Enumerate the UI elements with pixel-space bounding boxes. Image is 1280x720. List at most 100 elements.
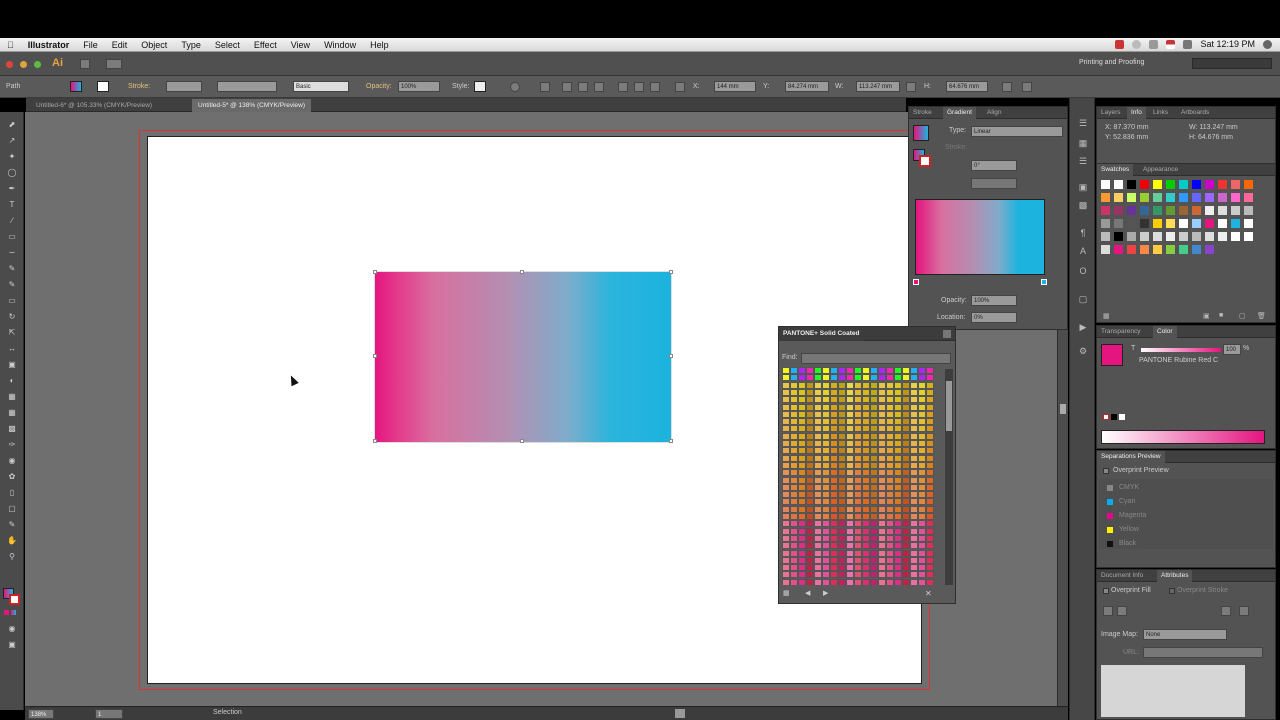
white-color-icon[interactable] <box>1119 414 1125 420</box>
pantone-swatch[interactable] <box>782 564 790 572</box>
arrange-documents-icon[interactable] <box>106 59 122 69</box>
pantone-swatch[interactable] <box>806 469 814 477</box>
magic-wand-tool-icon[interactable]: ✦ <box>6 152 18 162</box>
pantone-swatch[interactable] <box>822 447 830 455</box>
pantone-swatch[interactable] <box>782 549 790 557</box>
pantone-swatch[interactable] <box>806 367 814 374</box>
pantone-swatch[interactable] <box>814 498 822 506</box>
paragraph-strip-icon[interactable]: ¶ <box>1078 228 1088 238</box>
pantone-swatch[interactable] <box>918 388 926 396</box>
swatch[interactable] <box>1166 245 1175 254</box>
fill-swatch[interactable] <box>70 81 82 92</box>
pantone-swatch[interactable] <box>838 410 846 418</box>
pantone-swatch[interactable] <box>782 476 790 484</box>
pantone-swatch[interactable] <box>838 498 846 506</box>
pantone-swatch[interactable] <box>806 374 814 382</box>
align-center-icon[interactable] <box>578 82 588 92</box>
pantone-swatch[interactable] <box>862 564 870 572</box>
pantone-swatch[interactable] <box>846 534 854 542</box>
pantone-swatch[interactable] <box>910 367 918 374</box>
swatch[interactable] <box>1114 206 1123 215</box>
pantone-swatch[interactable] <box>910 505 918 513</box>
search-icon[interactable] <box>1263 39 1272 49</box>
pantone-swatch[interactable] <box>878 571 886 579</box>
width-field[interactable]: 113.247 mm <box>856 81 900 92</box>
swatch[interactable] <box>1101 206 1110 215</box>
swatch[interactable] <box>1153 232 1162 241</box>
pantone-swatch[interactable] <box>910 498 918 506</box>
pantone-swatch[interactable] <box>846 476 854 484</box>
pantone-swatch[interactable] <box>862 440 870 447</box>
pantone-swatch[interactable] <box>782 483 790 491</box>
actions-strip-icon[interactable]: ▶ <box>1078 322 1088 332</box>
selection-handle[interactable] <box>520 270 524 274</box>
pantone-swatch[interactable] <box>790 578 798 585</box>
pantone-swatch[interactable] <box>910 542 918 550</box>
pantone-swatch[interactable] <box>870 469 878 477</box>
pantone-swatch[interactable] <box>918 542 926 550</box>
pantone-swatch[interactable] <box>886 564 894 572</box>
type-tool-icon[interactable]: T <box>6 200 18 210</box>
pantone-swatch[interactable] <box>790 403 798 411</box>
pantone-swatch[interactable] <box>902 498 910 506</box>
swatch-libraries-icon[interactable]: ▦ <box>783 589 790 597</box>
ink-name[interactable]: Cyan <box>1119 497 1135 507</box>
pantone-swatch[interactable] <box>846 556 854 564</box>
pantone-swatch[interactable] <box>870 410 878 418</box>
eraser-tool-icon[interactable]: ▭ <box>6 296 18 306</box>
pantone-swatch[interactable] <box>782 418 790 426</box>
swatch[interactable] <box>1244 180 1253 189</box>
pantone-swatch[interactable] <box>902 367 910 374</box>
mesh-tool-icon[interactable]: ▦ <box>6 408 18 418</box>
pantone-swatch[interactable] <box>902 403 910 411</box>
free-transform-tool-icon[interactable]: ▣ <box>6 360 18 370</box>
pantone-swatch[interactable] <box>926 491 934 499</box>
swatch[interactable] <box>1127 180 1136 189</box>
pantone-swatch[interactable] <box>902 556 910 564</box>
overprint-preview-checkbox[interactable] <box>1103 468 1109 474</box>
pantone-swatch[interactable] <box>878 388 886 396</box>
pantone-swatch[interactable] <box>862 461 870 469</box>
pantone-swatch[interactable] <box>830 520 838 528</box>
pantone-swatch[interactable] <box>926 367 934 374</box>
url-field[interactable] <box>1143 647 1263 658</box>
swatch[interactable] <box>1231 193 1240 202</box>
clock[interactable]: Sat 12:19 PM <box>1200 39 1255 49</box>
pantone-swatch[interactable] <box>822 381 830 389</box>
pantone-swatch[interactable] <box>886 578 894 585</box>
pantone-close-icon[interactable]: ✕ <box>925 589 932 598</box>
pantone-swatch[interactable] <box>806 381 814 389</box>
zoom-tool-icon[interactable]: ⚲ <box>6 552 18 562</box>
swatch[interactable] <box>1166 232 1175 241</box>
menu-file[interactable]: File <box>76 40 105 50</box>
align-to-icon[interactable] <box>540 82 550 92</box>
swatch[interactable] <box>1140 206 1149 215</box>
pantone-swatch[interactable] <box>814 556 822 564</box>
pantone-swatch[interactable] <box>870 578 878 585</box>
pantone-swatch[interactable] <box>902 534 910 542</box>
direct-selection-tool-icon[interactable]: ↗ <box>6 136 18 146</box>
pantone-swatch[interactable] <box>862 513 870 520</box>
gradient-thumbnail[interactable] <box>913 125 929 141</box>
pantone-swatch[interactable] <box>790 374 798 382</box>
pantone-swatch[interactable] <box>838 527 846 535</box>
tab-artboards[interactable]: Artboards <box>1177 107 1213 119</box>
pantone-swatch[interactable] <box>838 432 846 440</box>
pantone-swatch[interactable] <box>846 571 854 579</box>
swatch[interactable] <box>1114 193 1123 202</box>
pantone-swatch[interactable] <box>806 410 814 418</box>
flag-icon[interactable] <box>1166 39 1176 49</box>
pantone-swatch[interactable] <box>862 425 870 433</box>
pantone-swatch[interactable] <box>782 374 790 382</box>
overprint-stroke-checkbox[interactable] <box>1169 588 1175 594</box>
pantone-swatch[interactable] <box>918 381 926 389</box>
pantone-swatch[interactable] <box>894 469 902 477</box>
pantone-swatch[interactable] <box>894 425 902 433</box>
pantone-swatch[interactable] <box>822 498 830 506</box>
pantone-swatch[interactable] <box>870 556 878 564</box>
pantone-swatch[interactable] <box>926 432 934 440</box>
pantone-swatch[interactable] <box>798 483 806 491</box>
pantone-swatch[interactable] <box>870 505 878 513</box>
pantone-swatch[interactable] <box>854 571 862 579</box>
pantone-swatch[interactable] <box>902 578 910 585</box>
